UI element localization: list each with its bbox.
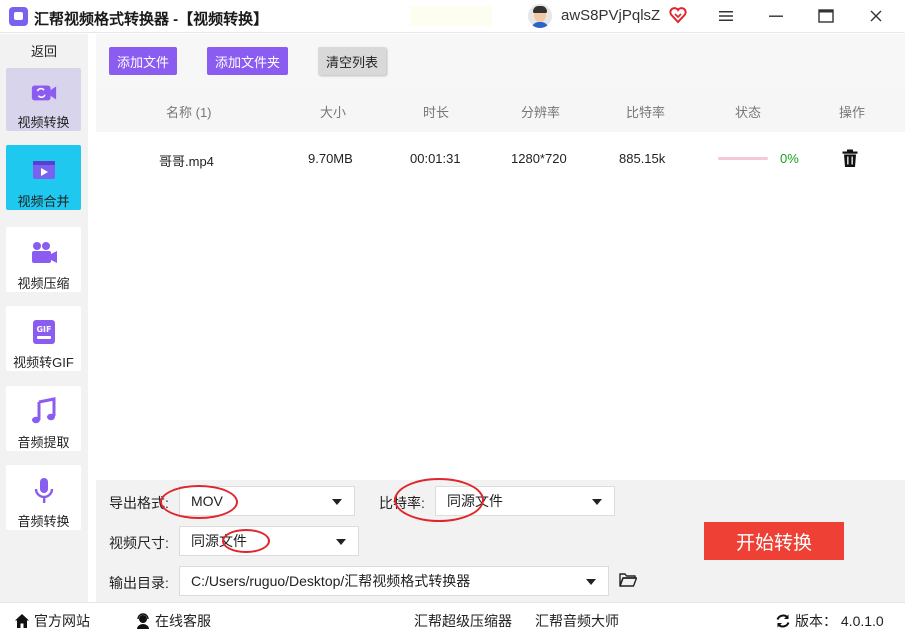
- start-convert-button[interactable]: 开始转换: [704, 522, 844, 560]
- bitrate-select[interactable]: 同源文件: [435, 486, 615, 516]
- column-header-duration: 时长: [423, 105, 450, 120]
- cell-resolution: 1280*720: [511, 151, 567, 166]
- username[interactable]: awS8PVjPqlsZ: [561, 7, 660, 24]
- menu-button[interactable]: [711, 4, 741, 28]
- maximize-button[interactable]: [811, 4, 841, 28]
- output-dir-select[interactable]: C:/Users/ruguo/Desktop/汇帮视频格式转换器: [179, 566, 609, 596]
- add-file-button[interactable]: 添加文件: [109, 47, 178, 75]
- column-header-name[interactable]: 名称 (1): [166, 102, 212, 121]
- video-compress-icon: [31, 242, 57, 263]
- video-size-value: 同源文件: [191, 533, 247, 549]
- format-label: 导出格式:: [109, 495, 169, 511]
- sidebar-item-label: 音频提取: [17, 435, 70, 450]
- sidebar: 返回 视频转换 视频合并 视频压缩 GIF 视频转GIF 音频提取 音频转换: [0, 34, 88, 602]
- cell-file-size: 9.70MB: [308, 151, 353, 166]
- chevron-down-icon: [592, 499, 602, 505]
- format-select[interactable]: MOV: [179, 486, 355, 516]
- progress-percent: 0%: [780, 151, 799, 166]
- back-button[interactable]: 返回: [0, 41, 88, 60]
- column-header-resolution: 分辨率: [521, 105, 561, 120]
- video-convert-icon: [31, 85, 56, 101]
- maximize-icon: [818, 9, 834, 23]
- folder-open-icon[interactable]: [619, 572, 637, 588]
- minimize-icon: [769, 15, 783, 17]
- sidebar-item-video-to-gif[interactable]: GIF 视频转GIF: [6, 306, 81, 371]
- music-note-icon: [31, 397, 55, 424]
- clear-list-button[interactable]: 清空列表: [318, 47, 387, 75]
- cell-duration: 00:01:31: [410, 151, 461, 166]
- title-banner: [410, 6, 492, 26]
- sidebar-item-label: 视频转GIF: [13, 355, 74, 370]
- chevron-down-icon: [332, 499, 342, 505]
- bitrate-value: 同源文件: [447, 493, 503, 509]
- window-title: 汇帮视频格式转换器 -【视频转换】: [34, 11, 269, 28]
- sidebar-item-video-merge[interactable]: 视频合并: [6, 145, 81, 210]
- refresh-icon: [776, 614, 790, 628]
- microphone-icon: [34, 478, 53, 503]
- sidebar-item-label: 视频压缩: [17, 276, 70, 291]
- title-bar: 汇帮视频格式转换器 -【视频转换】 awS8PVjPqlsZ: [0, 0, 905, 33]
- video-size-select[interactable]: 同源文件: [179, 526, 359, 556]
- bitrate-label: 比特率:: [379, 495, 425, 511]
- customer-service-icon: [137, 613, 149, 629]
- trash-icon[interactable]: [840, 148, 860, 168]
- support-link[interactable]: 在线客服: [135, 611, 211, 631]
- cell-file-name: 哥哥.mp4: [159, 154, 214, 169]
- cell-bitrate: 885.15k: [619, 151, 666, 166]
- column-header-status: 状态: [735, 105, 762, 120]
- status-bar: 官方网站 在线客服 汇帮超级压缩器 汇帮音频大师 版本： 4.0.1.0: [0, 602, 905, 632]
- close-icon: [870, 10, 882, 22]
- video-merge-icon: [32, 161, 55, 179]
- sidebar-item-label: 音频转换: [17, 514, 70, 529]
- chevron-down-icon: [586, 579, 596, 585]
- hamburger-icon: [719, 11, 733, 21]
- home-icon: [15, 614, 29, 628]
- output-settings-panel: 导出格式: MOV 比特率: 同源文件 视频尺寸: 同源文件 开始转换 输出目录…: [96, 478, 905, 602]
- svg-text:GIF: GIF: [36, 325, 51, 334]
- version-info[interactable]: 版本： 4.0.1.0: [775, 611, 884, 631]
- output-dir-label: 输出目录:: [109, 575, 169, 591]
- support-label: 在线客服: [155, 613, 211, 629]
- sidebar-item-label: 视频转换: [17, 115, 70, 130]
- compressor-link[interactable]: 汇帮超级压缩器: [414, 611, 512, 631]
- sidebar-item-label: 视频合并: [17, 194, 70, 209]
- video-size-label: 视频尺寸:: [109, 535, 169, 551]
- add-folder-button[interactable]: 添加文件夹: [207, 47, 289, 75]
- app-logo-icon: [9, 7, 28, 26]
- column-header-action: 操作: [839, 105, 866, 120]
- gif-icon: GIF: [32, 320, 55, 344]
- user-avatar[interactable]: [528, 4, 552, 28]
- file-table: 哥哥.mp4 9.70MB 00:01:31 1280*720 885.15k …: [96, 132, 905, 480]
- column-header-bitrate: 比特率: [626, 105, 666, 120]
- sidebar-item-audio-convert[interactable]: 音频转换: [6, 465, 81, 530]
- vip-heart-icon[interactable]: [669, 6, 687, 24]
- output-dir-value: C:/Users/ruguo/Desktop/汇帮视频格式转换器: [191, 573, 471, 589]
- sidebar-item-video-compress[interactable]: 视频压缩: [6, 227, 81, 292]
- website-link[interactable]: 官方网站: [14, 611, 90, 631]
- format-value: MOV: [191, 493, 223, 509]
- column-header-size: 大小: [320, 105, 347, 120]
- website-label: 官方网站: [34, 613, 90, 629]
- toolbar: 添加文件 添加文件夹 清空列表: [96, 34, 905, 86]
- file-table-header: 名称 (1) 大小 时长 分辨率 比特率 状态 操作: [96, 86, 905, 132]
- version-label: 版本： 4.0.1.0: [795, 613, 884, 629]
- sidebar-item-video-convert[interactable]: 视频转换: [6, 68, 81, 131]
- minimize-button[interactable]: [761, 4, 791, 28]
- progress-bar: [718, 157, 768, 160]
- close-button[interactable]: [861, 4, 891, 28]
- audio-master-link[interactable]: 汇帮音频大师: [535, 611, 619, 631]
- chevron-down-icon: [336, 539, 346, 545]
- sidebar-item-audio-extract[interactable]: 音频提取: [6, 386, 81, 451]
